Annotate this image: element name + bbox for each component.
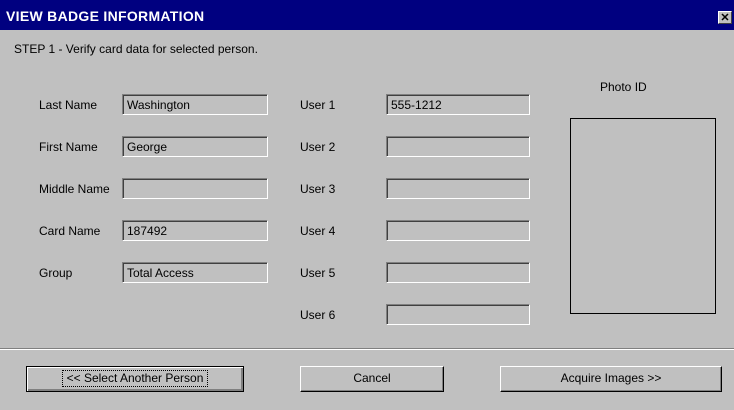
title-bar[interactable]: VIEW BADGE INFORMATION ✕ xyxy=(0,0,734,30)
photo-id-frame xyxy=(570,118,716,314)
group-field[interactable]: Total Access xyxy=(122,262,268,283)
last-name-field[interactable]: Washington xyxy=(122,94,268,115)
user3-field[interactable] xyxy=(386,178,530,199)
first-name-field[interactable]: George xyxy=(122,136,268,157)
card-name-label: Card Name xyxy=(39,224,101,238)
group-label: Group xyxy=(39,266,73,280)
badge-dialog: VIEW BADGE INFORMATION ✕ STEP 1 - Verify… xyxy=(0,0,734,410)
last-name-label: Last Name xyxy=(39,98,98,112)
close-button[interactable]: ✕ xyxy=(718,11,732,24)
user4-field[interactable] xyxy=(386,220,530,241)
user2-label: User 2 xyxy=(300,140,336,154)
step-instruction: STEP 1 - Verify card data for selected p… xyxy=(14,42,258,56)
user2-field[interactable] xyxy=(386,136,530,157)
middle-name-field[interactable] xyxy=(122,178,268,199)
card-name-field[interactable]: 187492 xyxy=(122,220,268,241)
acquire-images-button[interactable]: Acquire Images >> xyxy=(500,366,722,392)
middle-name-label: Middle Name xyxy=(39,182,110,196)
close-icon: ✕ xyxy=(720,12,730,24)
user5-label: User 5 xyxy=(300,266,336,280)
user5-field[interactable] xyxy=(386,262,530,283)
window-title: VIEW BADGE INFORMATION xyxy=(6,8,205,24)
user1-label: User 1 xyxy=(300,98,336,112)
user6-field[interactable] xyxy=(386,304,530,325)
first-name-label: First Name xyxy=(39,140,98,154)
select-another-person-button[interactable]: << Select Another Person xyxy=(26,366,244,392)
divider xyxy=(0,348,734,350)
user4-label: User 4 xyxy=(300,224,336,238)
user3-label: User 3 xyxy=(300,182,336,196)
cancel-button[interactable]: Cancel xyxy=(300,366,444,392)
photo-id-label: Photo ID xyxy=(600,80,647,94)
user6-label: User 6 xyxy=(300,308,336,322)
user1-field[interactable]: 555-1212 xyxy=(386,94,530,115)
select-another-person-label: << Select Another Person xyxy=(61,370,209,387)
